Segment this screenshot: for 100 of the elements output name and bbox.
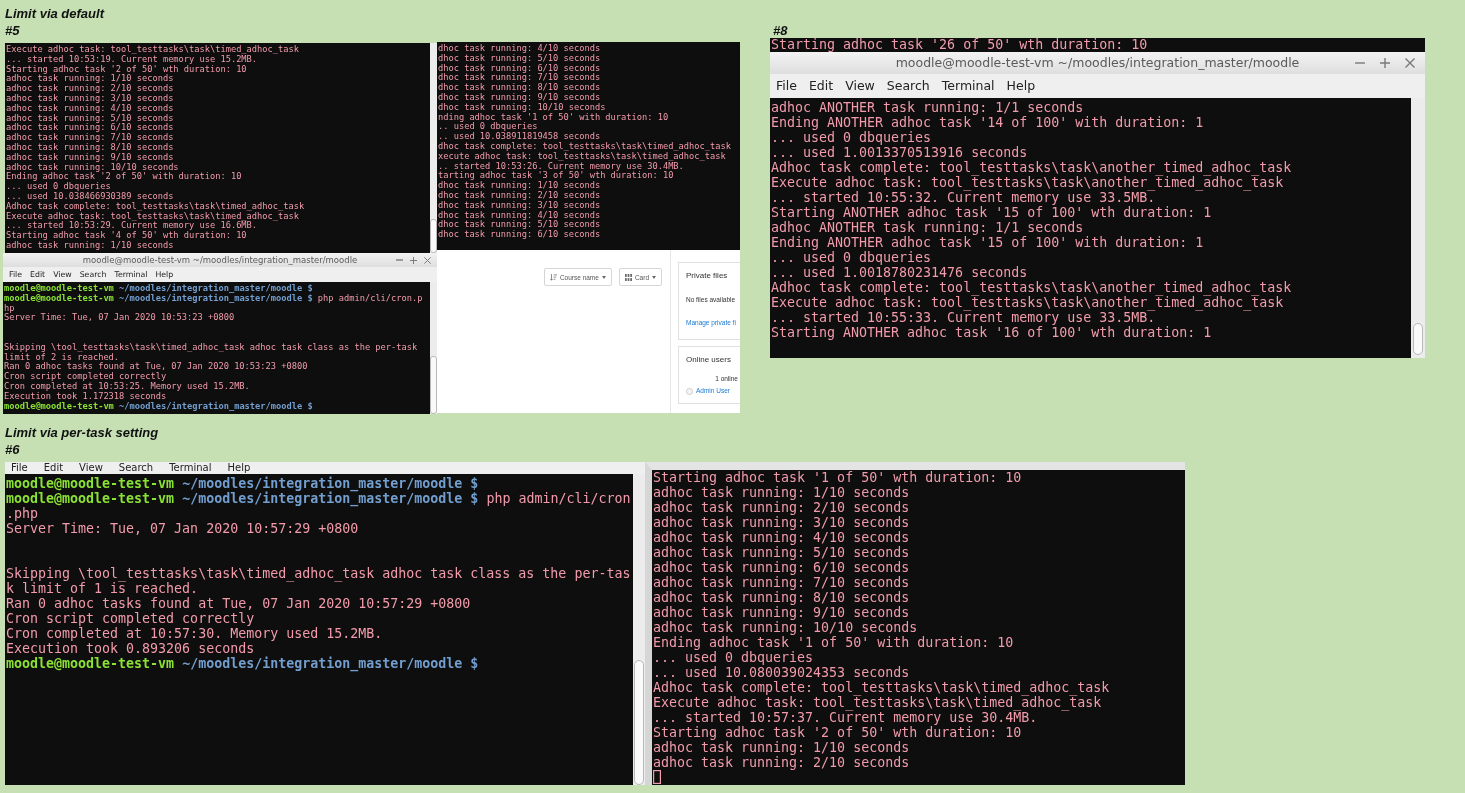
terminal-line: .. used 10.038911819458 seconds bbox=[438, 132, 601, 142]
terminal-line: dhoc task running: 7/10 seconds bbox=[438, 73, 601, 84]
terminal-line: ... started 10:53:19. Current memory use 15.2MB. bbox=[6, 54, 258, 64]
terminal-line: Adhoc task complete: tool_testtasks\task\timed_adhoc_task bbox=[6, 201, 305, 211]
terminal-line: adhoc task running: 2/10 seconds bbox=[653, 755, 910, 770]
terminal-line: adhoc task running: 2/10 seconds bbox=[6, 84, 174, 94]
terminal-line: ... started 10:55:33. Current memory use 33.5MB. bbox=[771, 310, 1156, 325]
terminal-line: adhoc task running: 7/10 seconds bbox=[6, 133, 174, 143]
menu-item[interactable]: Search bbox=[886, 78, 930, 94]
terminal-line: Cron script completed correctly bbox=[6, 611, 255, 626]
terminal-line: adhoc task running: 5/10 seconds bbox=[6, 113, 174, 124]
terminal-line: Ending adhoc task '2 of 50' with duration: 10 bbox=[6, 172, 242, 182]
caret-icon bbox=[601, 275, 606, 279]
close-icon[interactable] bbox=[1405, 58, 1415, 68]
terminal-line: adhoc task running: 8/10 seconds bbox=[6, 142, 174, 153]
terminal-line: adhoc task running: 8/10 seconds bbox=[653, 590, 910, 605]
menu-item[interactable]: Edit bbox=[43, 462, 64, 474]
cursor-icon bbox=[653, 770, 661, 784]
menu-item[interactable]: File bbox=[776, 78, 797, 94]
terminal-line: Ran 0 adhoc tasks found at Tue, 07 Jan 2020 10:53:23 +0800 bbox=[4, 362, 308, 372]
terminal-line: dhoc task running: 10/10 seconds bbox=[438, 102, 606, 113]
terminal-line: dhoc task running: 6/10 seconds bbox=[438, 230, 601, 240]
terminal-line: ... used 10.038466930389 seconds bbox=[6, 191, 174, 202]
menu-item[interactable]: Search bbox=[118, 462, 154, 474]
terminal-line: dhoc task running: 4/10 seconds bbox=[438, 44, 601, 54]
terminal-line: Skipping \tool_testtasks\task\timed_adhoc_task adhoc task class as the per-task bbox=[4, 342, 418, 352]
menu-item[interactable]: View bbox=[79, 462, 103, 474]
terminal-line: ... used 0 dbqueries bbox=[771, 130, 932, 145]
terminal-line: dhoc task running: 5/10 seconds bbox=[438, 220, 601, 231]
minimize-icon[interactable] bbox=[1355, 62, 1365, 64]
screenshot-label: #6 bbox=[5, 442, 20, 457]
menu-item[interactable]: Help bbox=[1006, 78, 1036, 94]
avatar-icon bbox=[686, 387, 693, 395]
terminal-line: .. used 0 dbqueries bbox=[438, 122, 538, 133]
prompt-line: moodle@moodle-test-vm ~/moodles/integration_master/moodle $ bbox=[6, 476, 479, 491]
prompt-line: moodle@moodle-test-vm ~/moodles/integration_master/moodle $ php admin/cli/cron bbox=[6, 491, 631, 506]
terminal-line: ... used 0 dbqueries bbox=[771, 250, 932, 265]
terminal-line: Skipping \tool_testtasks\task\timed_adhoc_task adhoc task class as the per-tas bbox=[6, 566, 631, 581]
section-heading: Limit via per-task setting bbox=[5, 424, 159, 442]
terminal-line: dhoc task running: 5/10 seconds bbox=[438, 53, 601, 63]
screenshot-label: #8 bbox=[773, 23, 788, 38]
terminal-line: Starting adhoc task '2 of 50' wth duration: 10 bbox=[653, 725, 1022, 740]
prompt-line: moodle@moodle-test-vm ~/moodles/integration_master/moodle $ php admin/cli/cron.p bbox=[4, 293, 423, 304]
terminal-line: Starting adhoc task '26 of 50' wth duration: 10 bbox=[771, 38, 1148, 52]
terminal-line: Ran 0 adhoc tasks found at Tue, 07 Jan 2020 10:57:29 +0800 bbox=[6, 596, 471, 611]
terminal-line: Execute adhoc task: tool_testtasks\task\timed_adhoc_task bbox=[653, 695, 1102, 710]
terminal-line: adhoc task running: 9/10 seconds bbox=[6, 152, 174, 162]
prompt-line: moodle@moodle-test-vm ~/moodles/integration_master/moodle $ bbox=[4, 401, 313, 412]
menu-item[interactable]: Terminal bbox=[169, 462, 212, 474]
terminal-line: Execute adhoc task: tool_testtasks\task\timed_adhoc_task bbox=[6, 45, 299, 55]
terminal-line: adhoc task running: 1/10 seconds bbox=[6, 74, 174, 85]
terminal-line: Cron completed at 10:57:30. Memory used 15.2MB. bbox=[6, 626, 383, 641]
terminal-line: Execution took 0.893206 seconds bbox=[6, 641, 255, 656]
terminal-line: adhoc task running: 1/10 seconds bbox=[6, 240, 174, 251]
terminal-line: adhoc task running: 5/10 seconds bbox=[653, 545, 910, 560]
terminal-line: adhoc task running: 4/10 seconds bbox=[6, 103, 174, 113]
terminal-line: Ending ANOTHER adhoc task '15 of 100' with duration: 1 bbox=[771, 235, 1204, 250]
scrollbar[interactable] bbox=[1411, 98, 1425, 358]
menu-item[interactable]: File bbox=[11, 462, 28, 474]
menu-item[interactable]: Terminal bbox=[941, 78, 995, 94]
terminal-line: adhoc task running: 2/10 seconds bbox=[653, 500, 910, 515]
terminal-line: Adhoc task complete: tool_testtasks\task\another_timed_adhoc_task bbox=[771, 280, 1292, 295]
maximize-icon[interactable] bbox=[410, 256, 417, 264]
terminal-line: hp bbox=[4, 303, 15, 314]
terminal-line: dhoc task running: 3/10 seconds bbox=[438, 200, 601, 210]
terminal-line: adhoc task running: 6/10 seconds bbox=[6, 123, 174, 134]
terminal-line: ... used 10.080039024353 seconds bbox=[653, 665, 910, 680]
terminal-line: Cron completed at 10:53:25. Memory used 15.2MB. bbox=[4, 381, 250, 392]
terminal-line: dhoc task running: 2/10 seconds bbox=[438, 190, 601, 201]
terminal-line: Adhoc task complete: tool_testtasks\task\timed_adhoc_task bbox=[653, 680, 1110, 695]
terminal-line: dhoc task running: 8/10 seconds bbox=[438, 83, 601, 93]
close-icon[interactable] bbox=[424, 256, 431, 264]
menu-item[interactable]: Edit bbox=[808, 78, 834, 94]
terminal-line: ... used 1.0013370513916 seconds bbox=[771, 145, 1028, 160]
window-title: moodle@moodle-test-vm ~/moodles/integration_master/moodle bbox=[895, 55, 1300, 71]
terminal-line: .php bbox=[6, 506, 39, 521]
terminal-line: ... started 10:53:29. Current memory use 16.6MB. bbox=[6, 221, 258, 232]
terminal-line: Adhoc task complete: tool_testtasks\task\another_timed_adhoc_task bbox=[771, 160, 1292, 175]
terminal-line: Execution took 1.172318 seconds bbox=[4, 391, 167, 401]
terminal-line: xecute adhoc task: tool_testtasks\task\timed_adhoc_task bbox=[438, 151, 726, 162]
menu-item[interactable]: View bbox=[845, 78, 875, 94]
scrollbar[interactable] bbox=[633, 474, 645, 785]
terminal-line: ... used 1.0018780231476 seconds bbox=[771, 265, 1028, 280]
terminal-line: ... used 0 dbqueries bbox=[653, 650, 814, 665]
terminal-line: adhoc task running: 10/10 seconds bbox=[6, 162, 179, 173]
terminal-line: Ending adhoc task '1 of 50' with duration: 10 bbox=[653, 635, 1014, 650]
menu-item[interactable]: Help bbox=[227, 462, 251, 474]
terminal-line: adhoc task running: 9/10 seconds bbox=[653, 605, 910, 620]
sort-icon bbox=[549, 273, 557, 281]
terminal-line: .. started 10:53:26. Current memory use 30.4MB. bbox=[438, 161, 684, 172]
terminal-line: adhoc ANOTHER task running: 1/1 seconds bbox=[771, 100, 1084, 115]
terminal-line: dhoc task running: 1/10 seconds bbox=[438, 181, 601, 191]
caret-icon bbox=[652, 275, 656, 279]
window-title: moodle@moodle-test-vm ~/moodles/integration_master/moodle bbox=[82, 254, 358, 266]
prompt-line: moodle@moodle-test-vm ~/moodles/integration_master/moodle $ bbox=[6, 656, 479, 671]
terminal-line: adhoc task running: 1/10 seconds bbox=[653, 485, 910, 500]
terminal-line: Ending ANOTHER adhoc task '14 of 100' with duration: 1 bbox=[771, 115, 1204, 130]
minimize-icon[interactable] bbox=[396, 259, 403, 261]
terminal-line: adhoc task running: 1/10 seconds bbox=[653, 740, 910, 755]
maximize-icon[interactable] bbox=[1380, 58, 1390, 68]
